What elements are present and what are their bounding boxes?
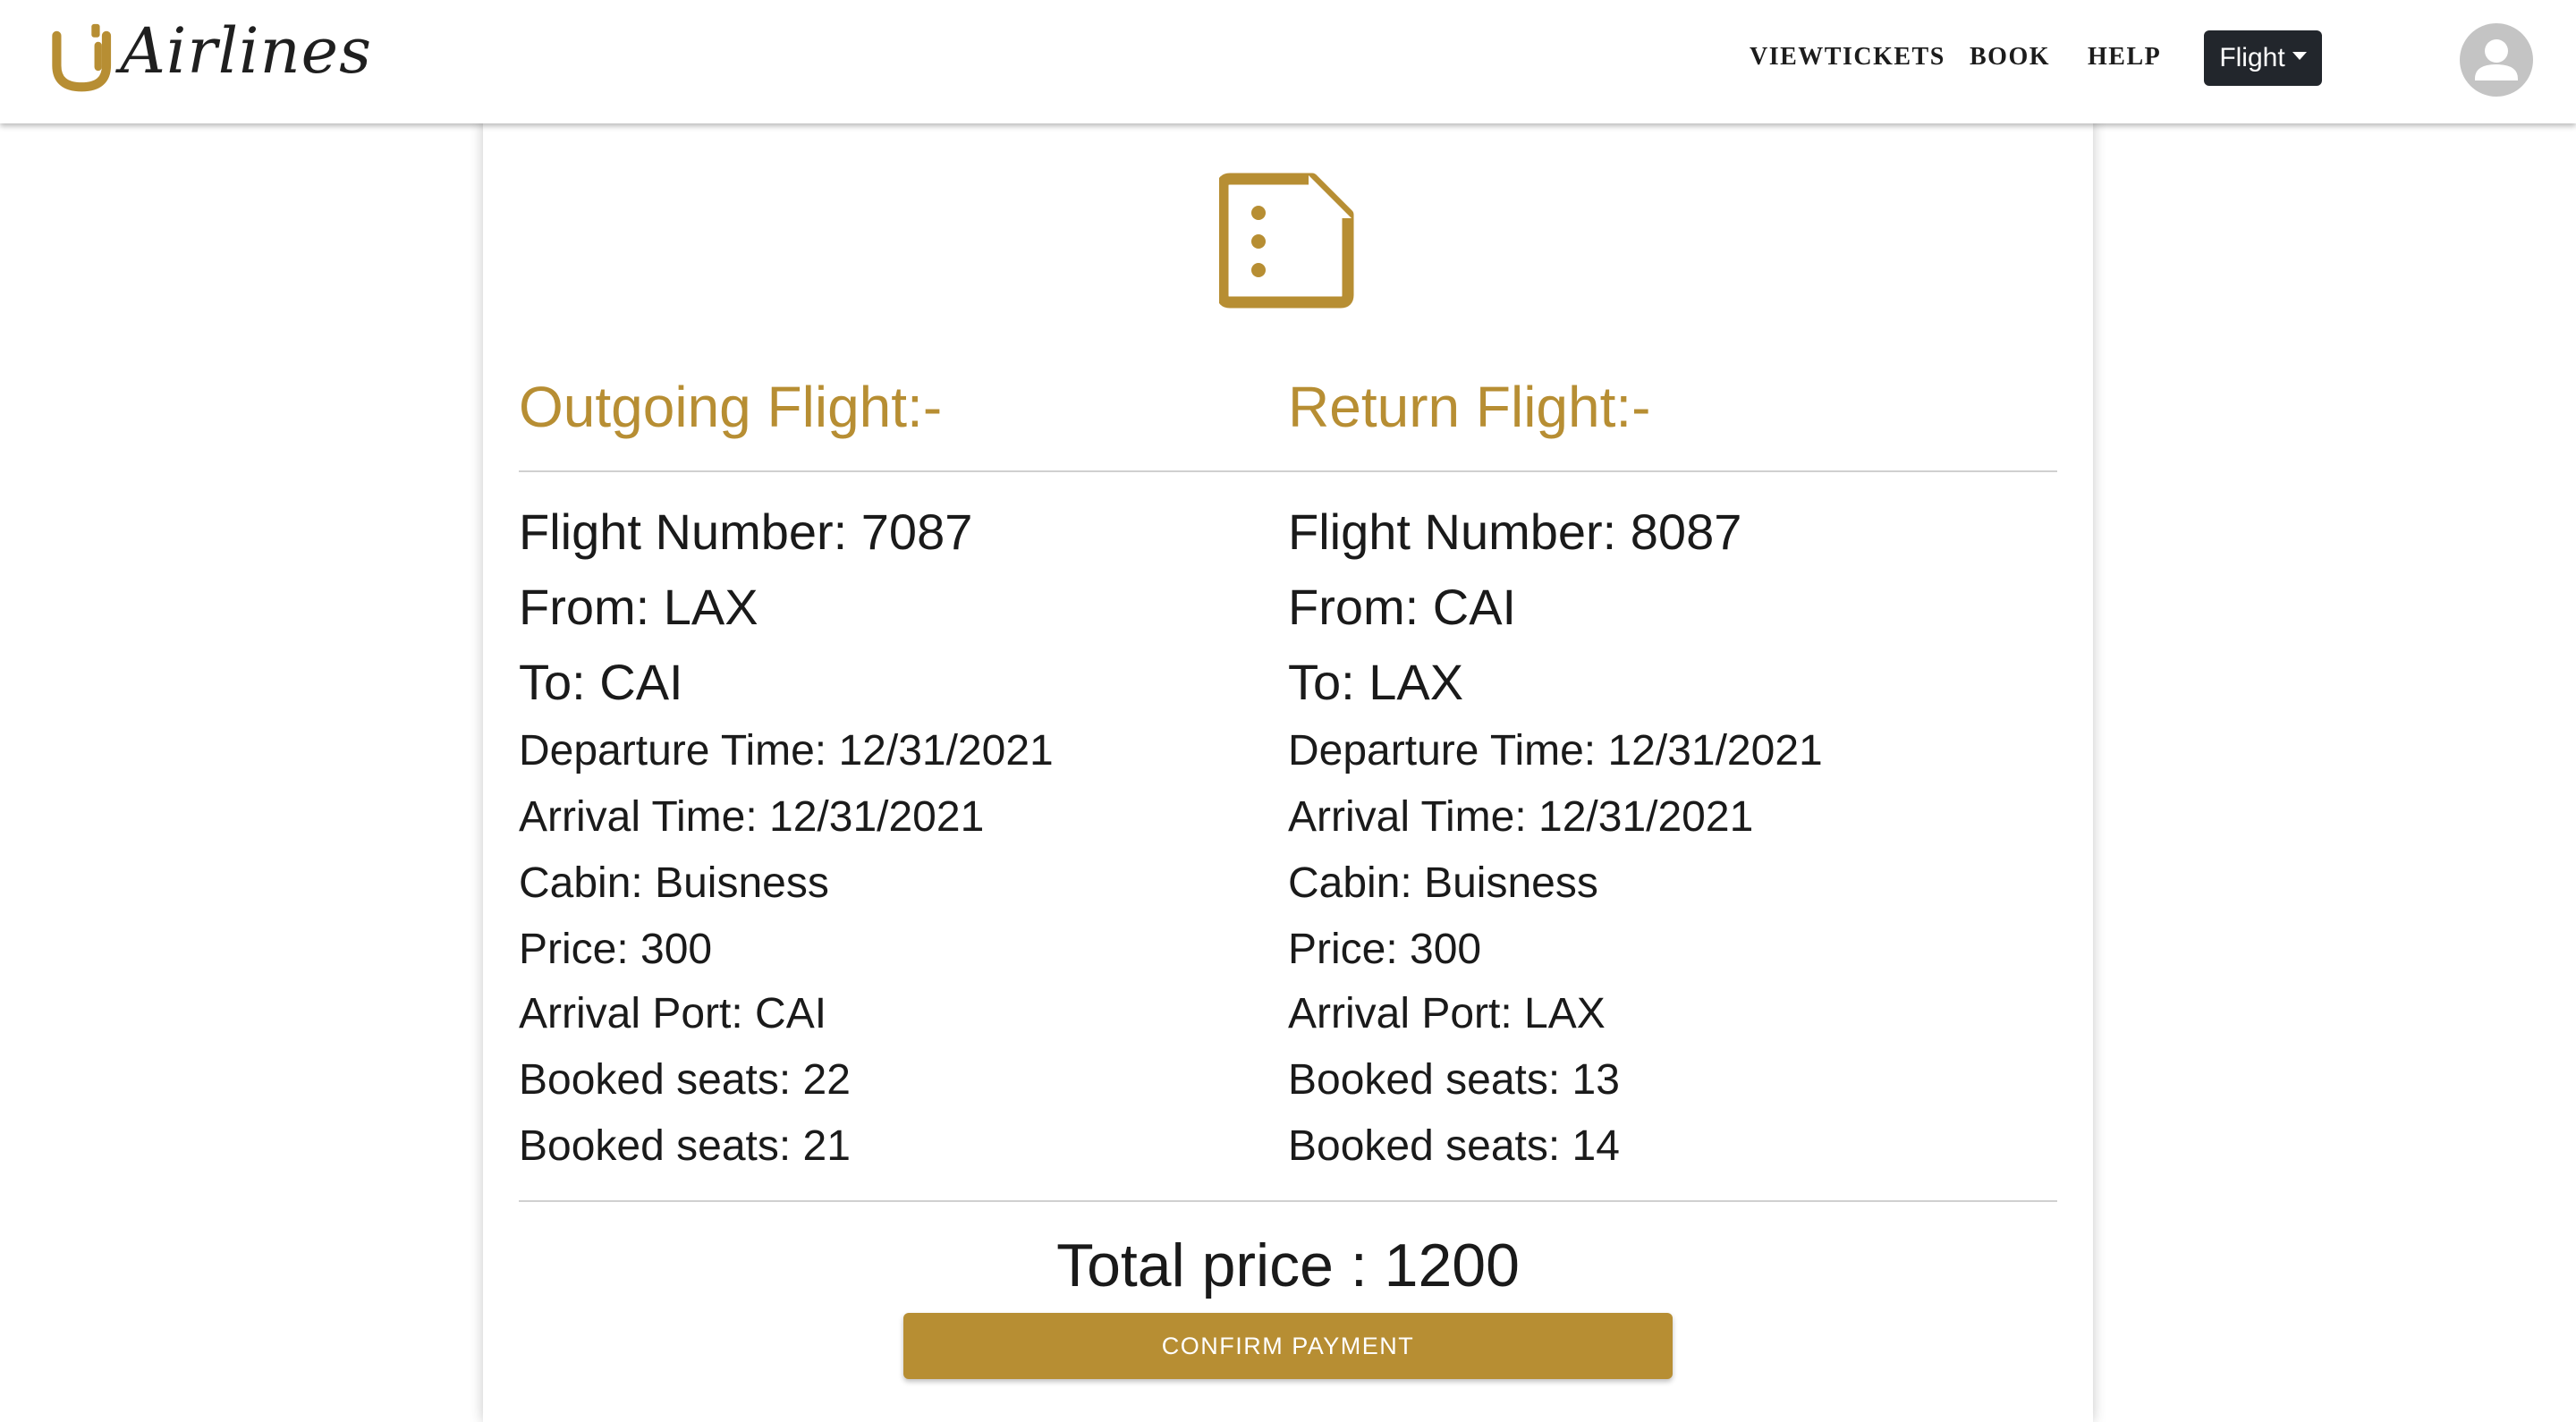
return-from: From: CAI	[1288, 579, 1517, 635]
outgoing-arrival-time: Arrival Time: 12/31/2021	[519, 793, 985, 841]
outgoing-from: From: LAX	[519, 579, 758, 635]
flight-dropdown-label: Flight	[2219, 43, 2285, 72]
top-navbar: Airlines VIEWTICKETS BOOK HELP Flight	[0, 0, 2576, 123]
return-arrival-time: Arrival Time: 12/31/2021	[1288, 793, 1754, 841]
return-booked-seats-1: Booked seats: 13	[1288, 1056, 1620, 1104]
return-price: Price: 300	[1288, 926, 1482, 973]
confirm-payment-button[interactable]: CONFIRM PAYMENT	[903, 1313, 1673, 1379]
return-departure-time: Departure Time: 12/31/2021	[1288, 727, 1823, 774]
divider-top	[519, 470, 2057, 472]
user-avatar-icon[interactable]	[2460, 23, 2533, 97]
outgoing-cabin: Cabin: Buisness	[519, 859, 829, 907]
outgoing-booked-seats-2: Booked seats: 21	[519, 1122, 851, 1170]
outgoing-arrival-port: Arrival Port: CAI	[519, 990, 827, 1037]
outgoing-price: Price: 300	[519, 926, 713, 973]
return-arrival-port: Arrival Port: LAX	[1288, 990, 1606, 1037]
nav-help[interactable]: HELP	[2088, 43, 2161, 72]
nav-viewtickets[interactable]: VIEWTICKETS	[1750, 43, 1945, 72]
person-icon	[2475, 39, 2518, 80]
logo-u-icon	[52, 23, 112, 92]
divider-bottom	[519, 1200, 2057, 1202]
flight-dropdown-button[interactable]: Flight	[2204, 30, 2322, 86]
return-booked-seats-2: Booked seats: 14	[1288, 1122, 1620, 1170]
return-flight-title: Return Flight:-	[1288, 375, 1651, 439]
nav-book[interactable]: BOOK	[1970, 43, 2050, 72]
outgoing-to: To: CAI	[519, 654, 683, 710]
caret-down-icon	[2292, 51, 2307, 60]
logo-text: Airlines	[120, 14, 372, 88]
outgoing-departure-time: Departure Time: 12/31/2021	[519, 727, 1054, 774]
outgoing-booked-seats-1: Booked seats: 22	[519, 1056, 851, 1104]
return-to: To: LAX	[1288, 654, 1464, 710]
return-flight-number: Flight Number: 8087	[1288, 504, 1742, 560]
outgoing-flight-number: Flight Number: 7087	[519, 504, 973, 560]
outgoing-flight-title: Outgoing Flight:-	[519, 375, 943, 439]
document-list-icon	[1219, 173, 1354, 309]
return-cabin: Cabin: Buisness	[1288, 859, 1598, 907]
total-price: Total price : 1200	[1056, 1232, 1520, 1299]
airline-logo[interactable]: Airlines	[50, 14, 372, 97]
